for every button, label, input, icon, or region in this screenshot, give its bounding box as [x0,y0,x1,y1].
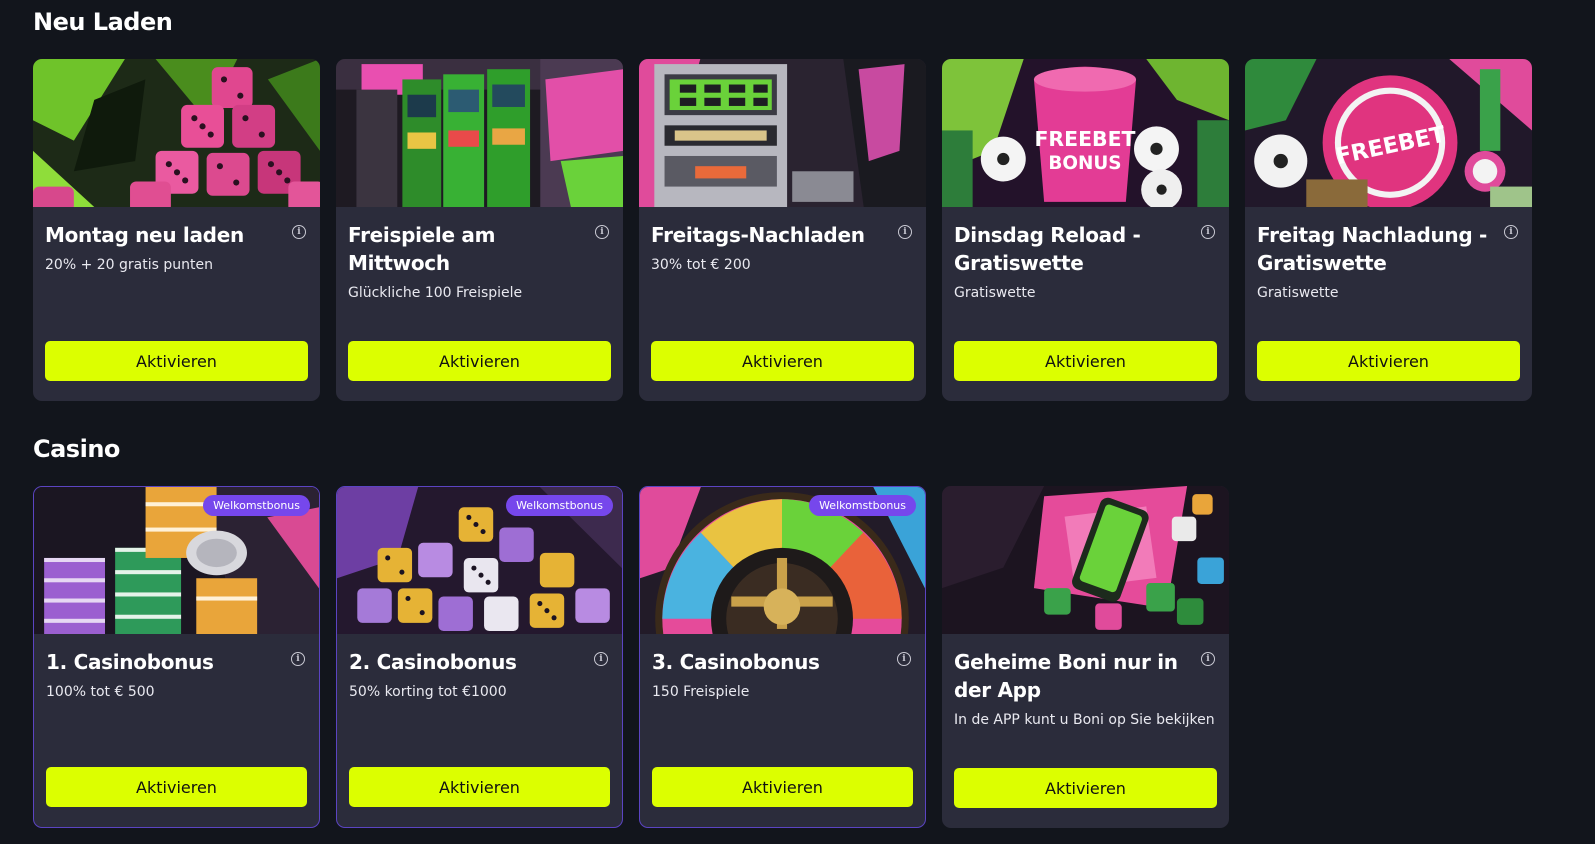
card-image-slot-machines [336,59,623,207]
activate-button[interactable]: Aktivieren [1257,341,1520,381]
activate-button[interactable]: Aktivieren [348,341,611,381]
card-image-freebet-bonus: FREEBET BONUS [942,59,1229,207]
welcome-bonus-badge: Welkomstbonus [809,495,916,516]
activate-button[interactable]: Aktivieren [45,341,308,381]
card-title: 1. Casinobonus [46,650,214,674]
activate-button[interactable]: Aktivieren [954,768,1217,808]
bonus-card-casino-1: Welkomstbonus 1. Casinobonus i 100% tot … [33,486,320,828]
card-description: 20% + 20 gratis punten [45,257,213,273]
info-icon[interactable]: i [897,652,911,666]
card-description: Gratiswette [954,285,1036,301]
activate-button[interactable]: Aktivieren [349,767,610,807]
casino-bonus-grid: Welkomstbonus 1. Casinobonus i 100% tot … [33,486,1229,828]
card-image-roulette-wheel: Welkomstbonus [640,487,925,634]
card-description: 100% tot € 500 [46,684,155,700]
welcome-bonus-badge: Welkomstbonus [203,495,310,516]
card-image-phone-dice [942,486,1229,634]
activate-button[interactable]: Aktivieren [651,341,914,381]
card-description: In de APP kunt u Boni op Sie bekijken [954,712,1215,728]
card-image-freebet-chip: FREEBET [1245,59,1532,207]
card-image-casino-dice: Welkomstbonus [337,487,622,634]
svg-text:FREEBET: FREEBET [1034,127,1135,151]
card-title: Freitag Nachladung - Gratiswette [1257,223,1488,275]
card-title: Freitags-Nachladen [651,223,865,247]
info-icon[interactable]: i [292,225,306,239]
info-icon[interactable]: i [595,225,609,239]
activate-button[interactable]: Aktivieren [954,341,1217,381]
bonus-card-app-secret: Geheime Boni nur in der App i In de APP … [942,486,1229,828]
card-image-slot-machine [639,59,926,207]
info-icon[interactable]: i [594,652,608,666]
info-icon[interactable]: i [1201,652,1215,666]
bonus-card-casino-2: Welkomstbonus 2. Casinobonus i 50% korti… [336,486,623,828]
activate-button[interactable]: Aktivieren [652,767,913,807]
bonus-card-monday-reload: Montag neu laden i 20% + 20 gratis punte… [33,59,320,401]
card-title: Dinsdag Reload - Gratiswette [954,223,1141,275]
card-description: 150 Freispiele [652,684,750,700]
card-image-casino-chips: Welkomstbonus [34,487,319,634]
card-title: 2. Casinobonus [349,650,517,674]
welcome-bonus-badge: Welkomstbonus [506,495,613,516]
bonus-card-friday-freebet: FREEBET Freitag Nachladung - Gratiswette… [1245,59,1532,401]
svg-text:BONUS: BONUS [1048,153,1121,174]
card-description: 30% tot € 200 [651,257,751,273]
bonus-card-wednesday-freespins: Freispiele am Mittwoch i Glückliche 100 … [336,59,623,401]
info-icon[interactable]: i [291,652,305,666]
info-icon[interactable]: i [1201,225,1215,239]
info-icon[interactable]: i [898,225,912,239]
bonus-card-friday-reload: Freitags-Nachladen i 30% tot € 200 Aktiv… [639,59,926,401]
info-icon[interactable]: i [1504,225,1518,239]
reload-bonus-grid: Montag neu laden i 20% + 20 gratis punte… [33,59,1532,401]
card-title: Geheime Boni nur in der App [954,650,1178,702]
card-title: Freispiele am Mittwoch [348,223,496,275]
activate-button[interactable]: Aktivieren [46,767,307,807]
section-title-casino: Casino [33,435,120,463]
section-title-reload: Neu Laden [33,8,173,36]
bonus-card-tuesday-freebet: FREEBET BONUS Dinsdag Reload - Gratiswet… [942,59,1229,401]
card-title: 3. Casinobonus [652,650,820,674]
card-description: 50% korting tot €1000 [349,684,507,700]
card-description: Gratiswette [1257,285,1339,301]
card-description: Glückliche 100 Freispiele [348,285,523,301]
card-title: Montag neu laden [45,223,244,247]
card-image-pink-dice [33,59,320,207]
bonus-card-casino-3: Welkomstbonus 3. Casinobonus i 150 Freis… [639,486,926,828]
